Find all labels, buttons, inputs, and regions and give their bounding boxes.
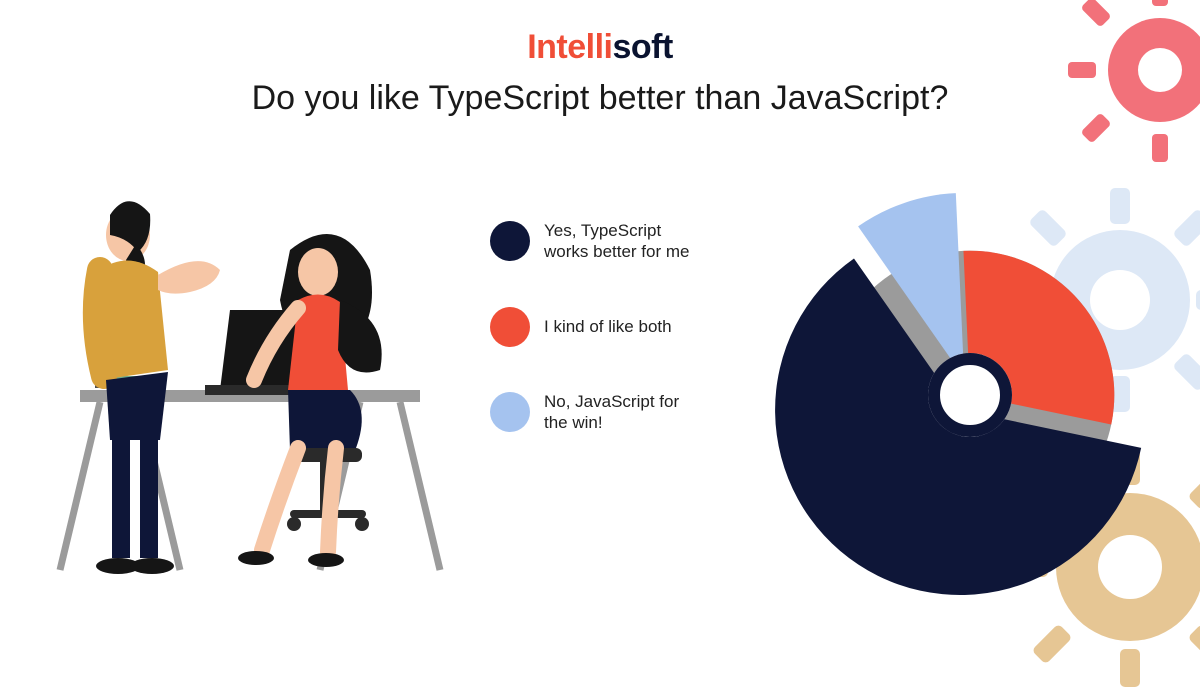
legend-item: Yes, TypeScript works better for me bbox=[490, 220, 710, 263]
chart-legend: Yes, TypeScript works better for me I ki… bbox=[490, 220, 710, 477]
legend-label: No, JavaScript for the win! bbox=[544, 391, 699, 434]
legend-swatch bbox=[490, 221, 530, 261]
legend-label: I kind of like both bbox=[544, 316, 672, 337]
legend-swatch bbox=[490, 392, 530, 432]
pie-chart bbox=[730, 150, 1200, 630]
brand-part2: soft bbox=[612, 28, 672, 66]
legend-item: No, JavaScript for the win! bbox=[490, 391, 710, 434]
chart-title: Do you like TypeScript better than JavaS… bbox=[0, 79, 1200, 118]
people-desk-illustration bbox=[40, 180, 460, 580]
legend-item: I kind of like both bbox=[490, 307, 710, 347]
legend-label: Yes, TypeScript works better for me bbox=[544, 220, 699, 263]
brand-part1: Intelli bbox=[527, 28, 612, 66]
legend-swatch bbox=[490, 307, 530, 347]
brand-logo: Intellisoft bbox=[0, 0, 1200, 67]
